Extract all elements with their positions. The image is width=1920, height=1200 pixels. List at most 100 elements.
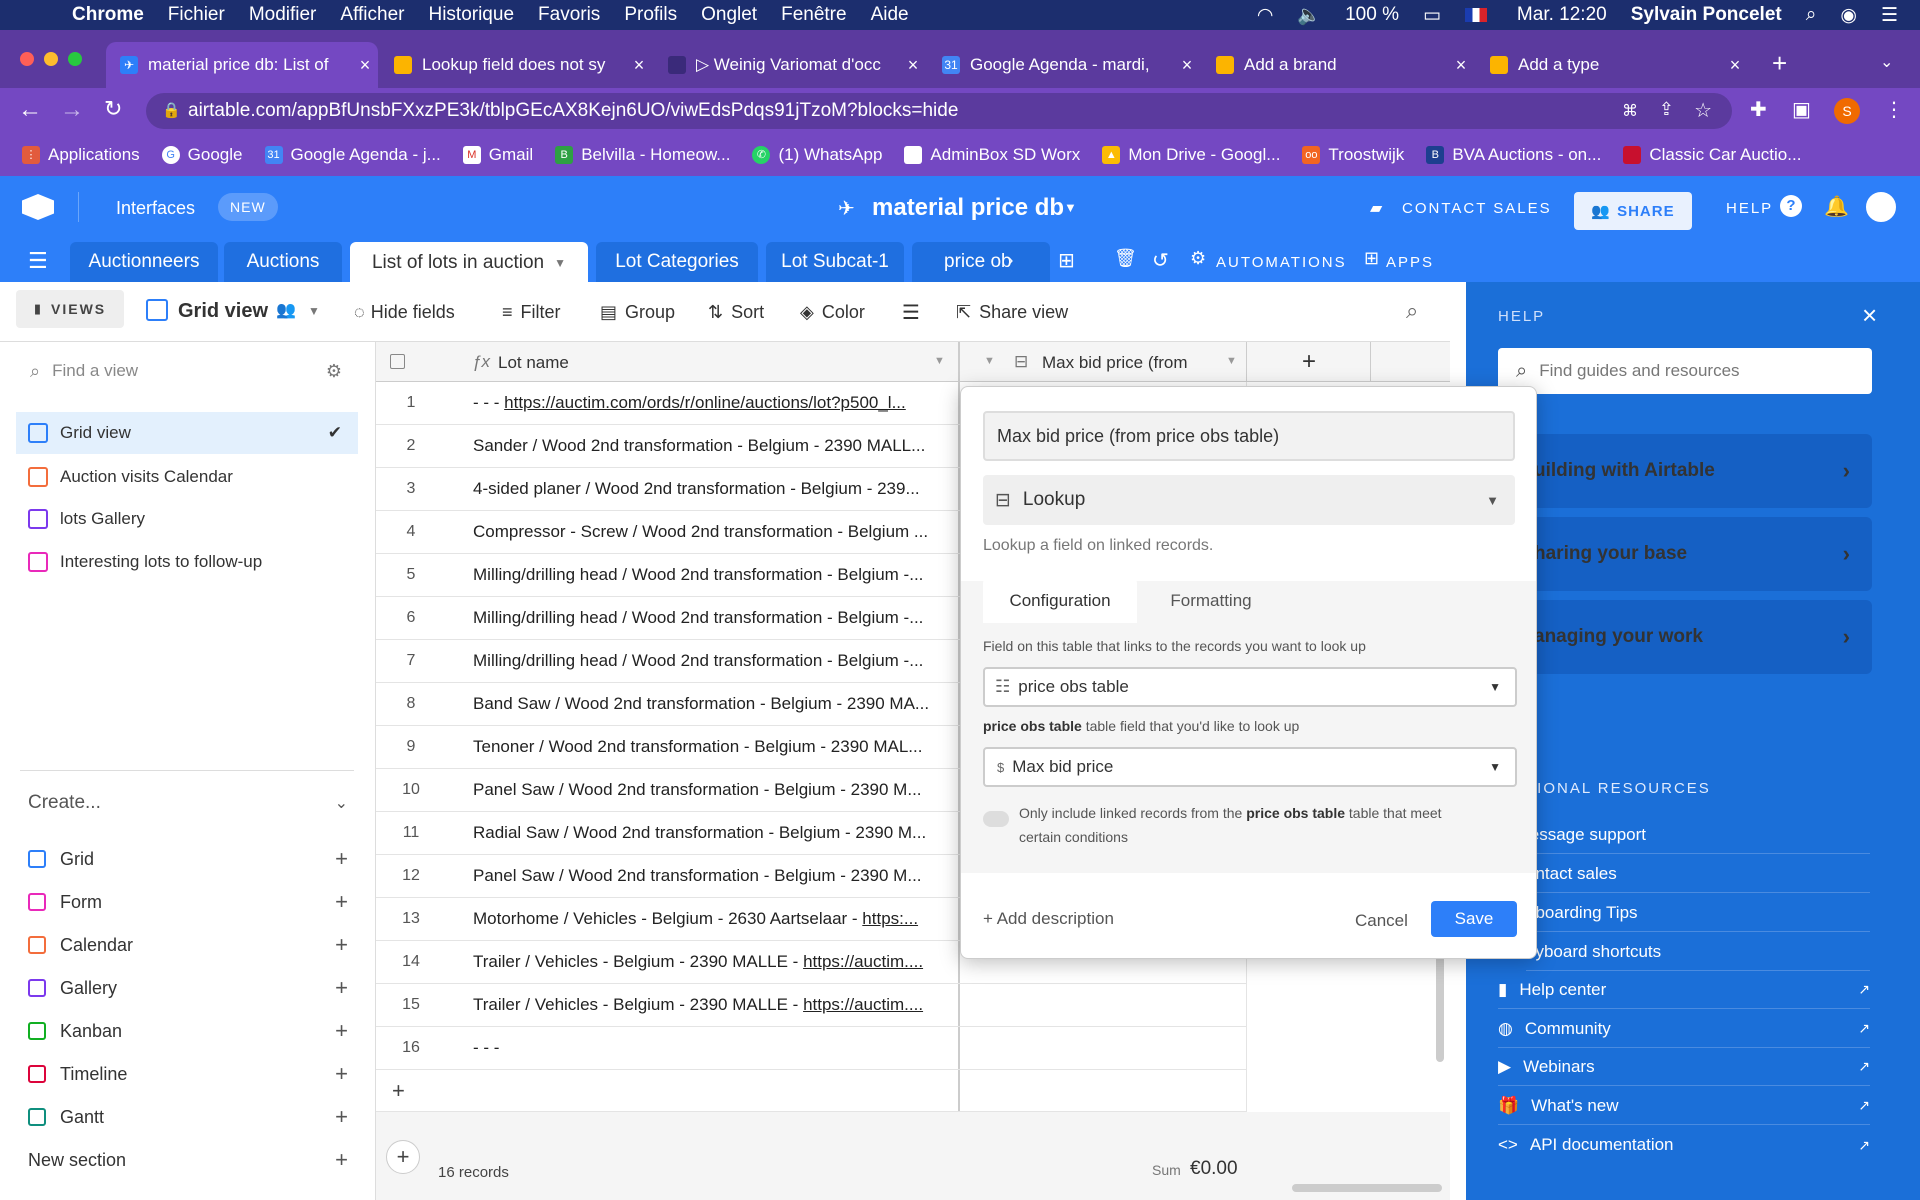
- menu-fichier[interactable]: Fichier: [168, 4, 225, 26]
- table-row[interactable]: 16 - - -: [376, 1027, 1246, 1070]
- volume-icon[interactable]: 🔈: [1297, 3, 1321, 27]
- cancel-button[interactable]: Cancel: [1355, 911, 1408, 931]
- share-button[interactable]: 👥 SHARE: [1574, 192, 1692, 230]
- close-window-button[interactable]: [20, 52, 34, 66]
- apps-button[interactable]: APPS: [1386, 254, 1434, 271]
- help-link-community[interactable]: ◍ Community ↗: [1498, 1010, 1870, 1048]
- create-kanban[interactable]: Kanban +: [28, 1010, 348, 1052]
- scroll-tabs-icon[interactable]: ›: [1008, 252, 1013, 270]
- color-button[interactable]: ◈ Color: [800, 302, 865, 323]
- bookmark-google-agenda[interactable]: 31 Google Agenda - j...: [264, 145, 441, 165]
- bookmark-bva[interactable]: B BVA Auctions - on...: [1426, 145, 1601, 165]
- search-icon[interactable]: ⌕: [1406, 298, 1418, 324]
- link-field-select[interactable]: ☷ price obs table ▼: [983, 667, 1517, 707]
- help-link-onboarding[interactable]: nboarding Tips: [1526, 894, 1870, 932]
- new-tab-button[interactable]: +: [1772, 48, 1787, 79]
- select-all-checkbox[interactable]: [390, 354, 405, 369]
- lot-name-cell[interactable]: Radial Saw / Wood 2nd transformation - B…: [473, 823, 953, 843]
- column-menu-caret-icon[interactable]: ▼: [984, 355, 995, 367]
- menu-aide[interactable]: Aide: [871, 4, 909, 26]
- browser-tab-google-agenda[interactable]: 31 Google Agenda - mardi, ×: [928, 42, 1200, 88]
- tab-list-of-lots[interactable]: List of lots in auction ▼: [350, 242, 588, 284]
- lot-name-cell[interactable]: Motorhome / Vehicles - Belgium - 2630 Aa…: [473, 909, 953, 929]
- group-button[interactable]: ▤ Group: [600, 302, 675, 323]
- trash-icon[interactable]: 🗑: [1114, 248, 1137, 269]
- bookmark-google[interactable]: G Google: [161, 145, 243, 165]
- bookmark-adminbox[interactable]: AdminBox SD Worx: [904, 145, 1080, 165]
- lot-link[interactable]: https://auctim....: [803, 952, 923, 971]
- row-height-icon[interactable]: ☰: [902, 300, 920, 325]
- reload-icon[interactable]: ↻: [104, 96, 122, 122]
- create-new-section[interactable]: New section +: [28, 1139, 348, 1181]
- translate-icon[interactable]: ⌘: [1622, 101, 1638, 121]
- siri-icon[interactable]: ◉: [1840, 4, 1857, 27]
- help-link-help-center[interactable]: ▮ Help center ↗: [1498, 971, 1870, 1009]
- help-link-contact-sales[interactable]: ontact sales: [1526, 855, 1870, 893]
- sidebar-view-form[interactable]: Interesting lots to follow-up: [16, 541, 358, 583]
- menu-historique[interactable]: Historique: [428, 4, 514, 26]
- views-toggle-button[interactable]: ▮ VIEWS: [16, 290, 124, 328]
- bookmark-gmail[interactable]: M Gmail: [462, 145, 533, 165]
- chrome-menu-icon[interactable]: ⋮: [1884, 97, 1904, 122]
- field-name-input[interactable]: Max bid price (from price obs table): [983, 411, 1515, 461]
- vertical-scrollbar[interactable]: [1436, 942, 1444, 1062]
- tab-formatting[interactable]: Formatting: [1141, 579, 1281, 623]
- help-link-keyboard[interactable]: eyboard shortcuts: [1526, 933, 1870, 971]
- menu-afficher[interactable]: Afficher: [340, 4, 404, 26]
- menu-modifier[interactable]: Modifier: [249, 4, 317, 26]
- sidebar-view-grid[interactable]: Grid view ✔: [16, 412, 358, 454]
- help-card-managing[interactable]: anaging your work ›: [1526, 600, 1872, 674]
- help-card-sharing[interactable]: haring your base ›: [1526, 517, 1872, 591]
- bookmark-classic-car[interactable]: Classic Car Auctio...: [1623, 145, 1801, 165]
- hamburger-menu-icon[interactable]: ☰: [28, 248, 48, 274]
- lot-name-cell[interactable]: Milling/drilling head / Wood 2nd transfo…: [473, 608, 953, 628]
- bookmark-troostwijk[interactable]: oo Troostwijk: [1302, 145, 1404, 165]
- bookmark-applications[interactable]: ⋮ Applications: [22, 145, 140, 165]
- bookmark-google-drive[interactable]: ▲ Mon Drive - Googl...: [1102, 145, 1280, 165]
- extensions-icon[interactable]: ✚: [1750, 97, 1767, 122]
- base-name[interactable]: material price db: [872, 194, 1064, 222]
- user-avatar[interactable]: [1866, 192, 1896, 222]
- add-table-icon[interactable]: ⊞: [1058, 248, 1075, 273]
- plus-icon[interactable]: +: [335, 1104, 348, 1130]
- chevron-down-icon[interactable]: ⌄: [335, 793, 348, 813]
- lot-name-cell[interactable]: Tenoner / Wood 2nd transformation - Belg…: [473, 737, 953, 757]
- base-menu-caret-icon[interactable]: ▼: [1064, 200, 1077, 215]
- interfaces-link[interactable]: Interfaces: [116, 198, 195, 219]
- forward-arrow-icon[interactable]: →: [60, 96, 84, 124]
- column-header-lot-name[interactable]: Lot name: [498, 353, 569, 373]
- sidebar-view-gallery[interactable]: lots Gallery: [16, 498, 358, 540]
- tab-lot-categories[interactable]: Lot Categories: [596, 242, 758, 282]
- save-button[interactable]: Save: [1431, 901, 1517, 937]
- battery-icon[interactable]: ▭: [1423, 4, 1441, 27]
- battery-text[interactable]: 100 %: [1345, 4, 1399, 26]
- lot-link[interactable]: https://auctim....: [803, 995, 923, 1014]
- lot-name-cell[interactable]: 4-sided planer / Wood 2nd transformation…: [473, 479, 953, 499]
- create-grid[interactable]: Grid +: [28, 838, 348, 880]
- close-tab-icon[interactable]: ×: [352, 55, 378, 76]
- maximize-window-button[interactable]: [68, 52, 82, 66]
- column-header-max-bid[interactable]: Max bid price (from ...: [1042, 353, 1192, 373]
- minimize-window-button[interactable]: [44, 52, 58, 66]
- help-button[interactable]: HELP: [1726, 200, 1773, 217]
- menu-app-name[interactable]: Chrome: [72, 4, 144, 26]
- plus-icon[interactable]: +: [335, 889, 348, 915]
- control-center-icon[interactable]: ☰: [1881, 4, 1898, 27]
- clock-text[interactable]: Mar. 12:20: [1517, 4, 1607, 26]
- add-record-button[interactable]: +: [386, 1140, 420, 1174]
- airtable-logo-icon[interactable]: [22, 194, 54, 220]
- lot-name-cell[interactable]: Trailer / Vehicles - Belgium - 2390 MALL…: [473, 995, 953, 1015]
- plus-icon[interactable]: +: [335, 1061, 348, 1087]
- help-link-whats-new[interactable]: 🎁 What's new ↗: [1498, 1087, 1870, 1125]
- plus-icon[interactable]: +: [335, 932, 348, 958]
- browser-tab-add-type[interactable]: Add a type ×: [1476, 42, 1748, 88]
- help-link-webinars[interactable]: ▶ Webinars ↗: [1498, 1048, 1870, 1086]
- help-search-input[interactable]: ⌕ Find guides and resources: [1498, 348, 1872, 394]
- user-name[interactable]: Sylvain Poncelet: [1631, 4, 1782, 26]
- view-settings-gear-icon[interactable]: ⚙: [326, 361, 342, 382]
- create-gallery[interactable]: Gallery +: [28, 967, 348, 1009]
- lot-name-cell[interactable]: Compressor - Screw / Wood 2nd transforma…: [473, 522, 953, 542]
- lot-name-cell[interactable]: Panel Saw / Wood 2nd transformation - Be…: [473, 780, 953, 800]
- menu-favoris[interactable]: Favoris: [538, 4, 600, 26]
- create-gantt[interactable]: Gantt +: [28, 1096, 348, 1138]
